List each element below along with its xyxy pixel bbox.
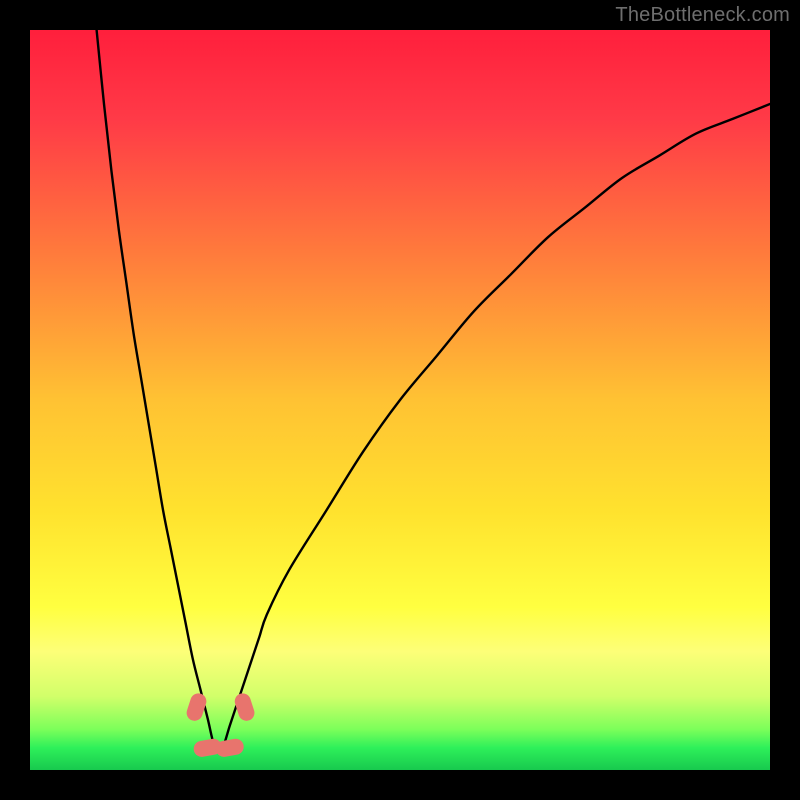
outer-frame: TheBottleneck.com — [0, 0, 800, 800]
plot-area — [30, 30, 770, 770]
plot-svg — [30, 30, 770, 770]
attribution-text: TheBottleneck.com — [615, 4, 790, 27]
